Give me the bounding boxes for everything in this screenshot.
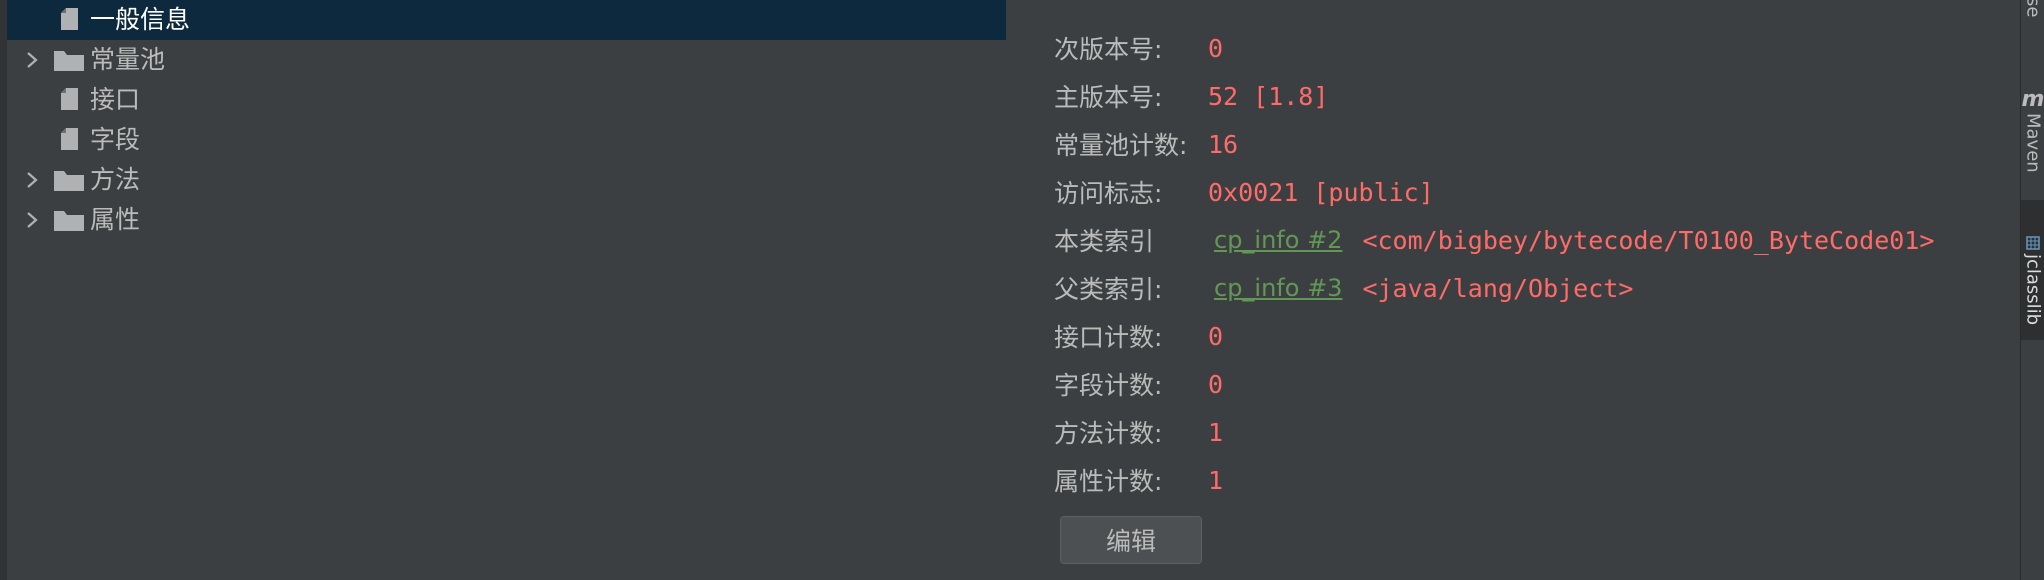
database-tool-label: ase bbox=[2022, 0, 2044, 18]
this-class-label: 本类索引 bbox=[1054, 227, 1155, 256]
interfaces-count-value: 0 bbox=[1208, 321, 1224, 351]
tree-item-methods[interactable]: 方法 bbox=[7, 160, 1006, 200]
folder-icon bbox=[54, 51, 84, 71]
file-icon bbox=[61, 128, 78, 150]
minor-version-label: 次版本号: bbox=[1054, 35, 1163, 64]
jclasslib-icon bbox=[2026, 236, 2040, 251]
attributes-count-value: 1 bbox=[1208, 465, 1224, 495]
chevron-right-icon[interactable] bbox=[22, 50, 42, 70]
super-class-value: <java/lang/Object> bbox=[1362, 273, 1634, 303]
interfaces-count-label: 接口计数: bbox=[1054, 323, 1163, 352]
major-version-label: 主版本号: bbox=[1054, 83, 1163, 112]
tree-item-constant-pool[interactable]: 常量池 bbox=[7, 40, 1006, 80]
panel-edge bbox=[0, 0, 7, 580]
tree-item-fields[interactable]: 字段 bbox=[7, 120, 1006, 160]
major-version-row: 主版本号: 52 [1.8] bbox=[1054, 76, 1328, 116]
tree-item-attributes[interactable]: 属性 bbox=[7, 200, 1006, 240]
right-tool-window-strip: ase m Maven jclasslib bbox=[2020, 0, 2044, 580]
constant-pool-count-value: 16 bbox=[1208, 129, 1239, 159]
super-class-label: 父类索引: bbox=[1054, 275, 1163, 304]
this-class-value: <com/bigbey/bytecode/T0100_ByteCode01> bbox=[1362, 225, 1935, 255]
fields-count-row: 字段计数: 0 bbox=[1054, 364, 1223, 404]
folder-icon bbox=[54, 171, 84, 191]
access-flags-value: 0x0021 [public] bbox=[1208, 177, 1434, 207]
constant-pool-count-label: 常量池计数: bbox=[1054, 131, 1188, 160]
methods-count-label: 方法计数: bbox=[1054, 419, 1163, 448]
maven-tool-label: Maven bbox=[2022, 113, 2044, 173]
fields-count-label: 字段计数: bbox=[1054, 371, 1163, 400]
edit-button[interactable]: 编辑 bbox=[1060, 516, 1202, 564]
tree-item-label: 接口 bbox=[90, 85, 141, 114]
jclasslib-tool-button[interactable]: jclasslib bbox=[2021, 200, 2044, 340]
maven-icon: m bbox=[2021, 87, 2044, 113]
fields-count-value: 0 bbox=[1208, 369, 1224, 399]
structure-tree-panel: 一般信息 常量池 接口 字段 方法 属性 bbox=[0, 0, 1006, 580]
maven-tool-button[interactable]: m Maven bbox=[2021, 76, 2044, 186]
folder-icon bbox=[54, 211, 84, 231]
methods-count-value: 1 bbox=[1208, 417, 1224, 447]
this-class-row: 本类索引 cp_info #2 <com/bigbey/bytecode/T01… bbox=[1054, 220, 1934, 260]
minor-version-row: 次版本号: 0 bbox=[1054, 28, 1223, 68]
general-info-panel: 次版本号: 0 主版本号: 52 [1.8] 常量池计数: 16 访问标志: 0… bbox=[1006, 0, 2020, 580]
super-class-row: 父类索引: cp_info #3 <java/lang/Object> bbox=[1054, 268, 1633, 308]
file-icon bbox=[61, 8, 78, 30]
chevron-right-icon[interactable] bbox=[22, 210, 42, 230]
attributes-count-row: 属性计数: 1 bbox=[1054, 460, 1223, 500]
super-class-cp-link[interactable]: cp_info #3 bbox=[1214, 274, 1342, 302]
tree-item-label: 属性 bbox=[90, 205, 141, 234]
tree-item-label: 一般信息 bbox=[90, 5, 191, 34]
this-class-cp-link[interactable]: cp_info #2 bbox=[1214, 226, 1342, 254]
tree-item-interfaces[interactable]: 接口 bbox=[7, 80, 1006, 120]
minor-version-value: 0 bbox=[1208, 33, 1224, 63]
attributes-count-label: 属性计数: bbox=[1054, 467, 1163, 496]
constant-pool-count-row: 常量池计数: 16 bbox=[1054, 124, 1238, 164]
file-icon bbox=[61, 88, 78, 110]
access-flags-row: 访问标志: 0x0021 [public] bbox=[1054, 172, 1434, 212]
methods-count-row: 方法计数: 1 bbox=[1054, 412, 1223, 452]
tree-item-label: 字段 bbox=[90, 125, 141, 154]
chevron-right-icon[interactable] bbox=[22, 170, 42, 190]
tree-item-label: 常量池 bbox=[90, 45, 166, 74]
major-version-value: 52 [1.8] bbox=[1208, 81, 1329, 111]
access-flags-label: 访问标志: bbox=[1054, 179, 1163, 208]
jclasslib-tool-label: jclasslib bbox=[2022, 254, 2044, 326]
database-tool-button[interactable]: ase bbox=[2021, 0, 2044, 44]
tree-item-general-info[interactable]: 一般信息 bbox=[7, 0, 1006, 40]
interfaces-count-row: 接口计数: 0 bbox=[1054, 316, 1223, 356]
tree-item-label: 方法 bbox=[90, 165, 141, 194]
